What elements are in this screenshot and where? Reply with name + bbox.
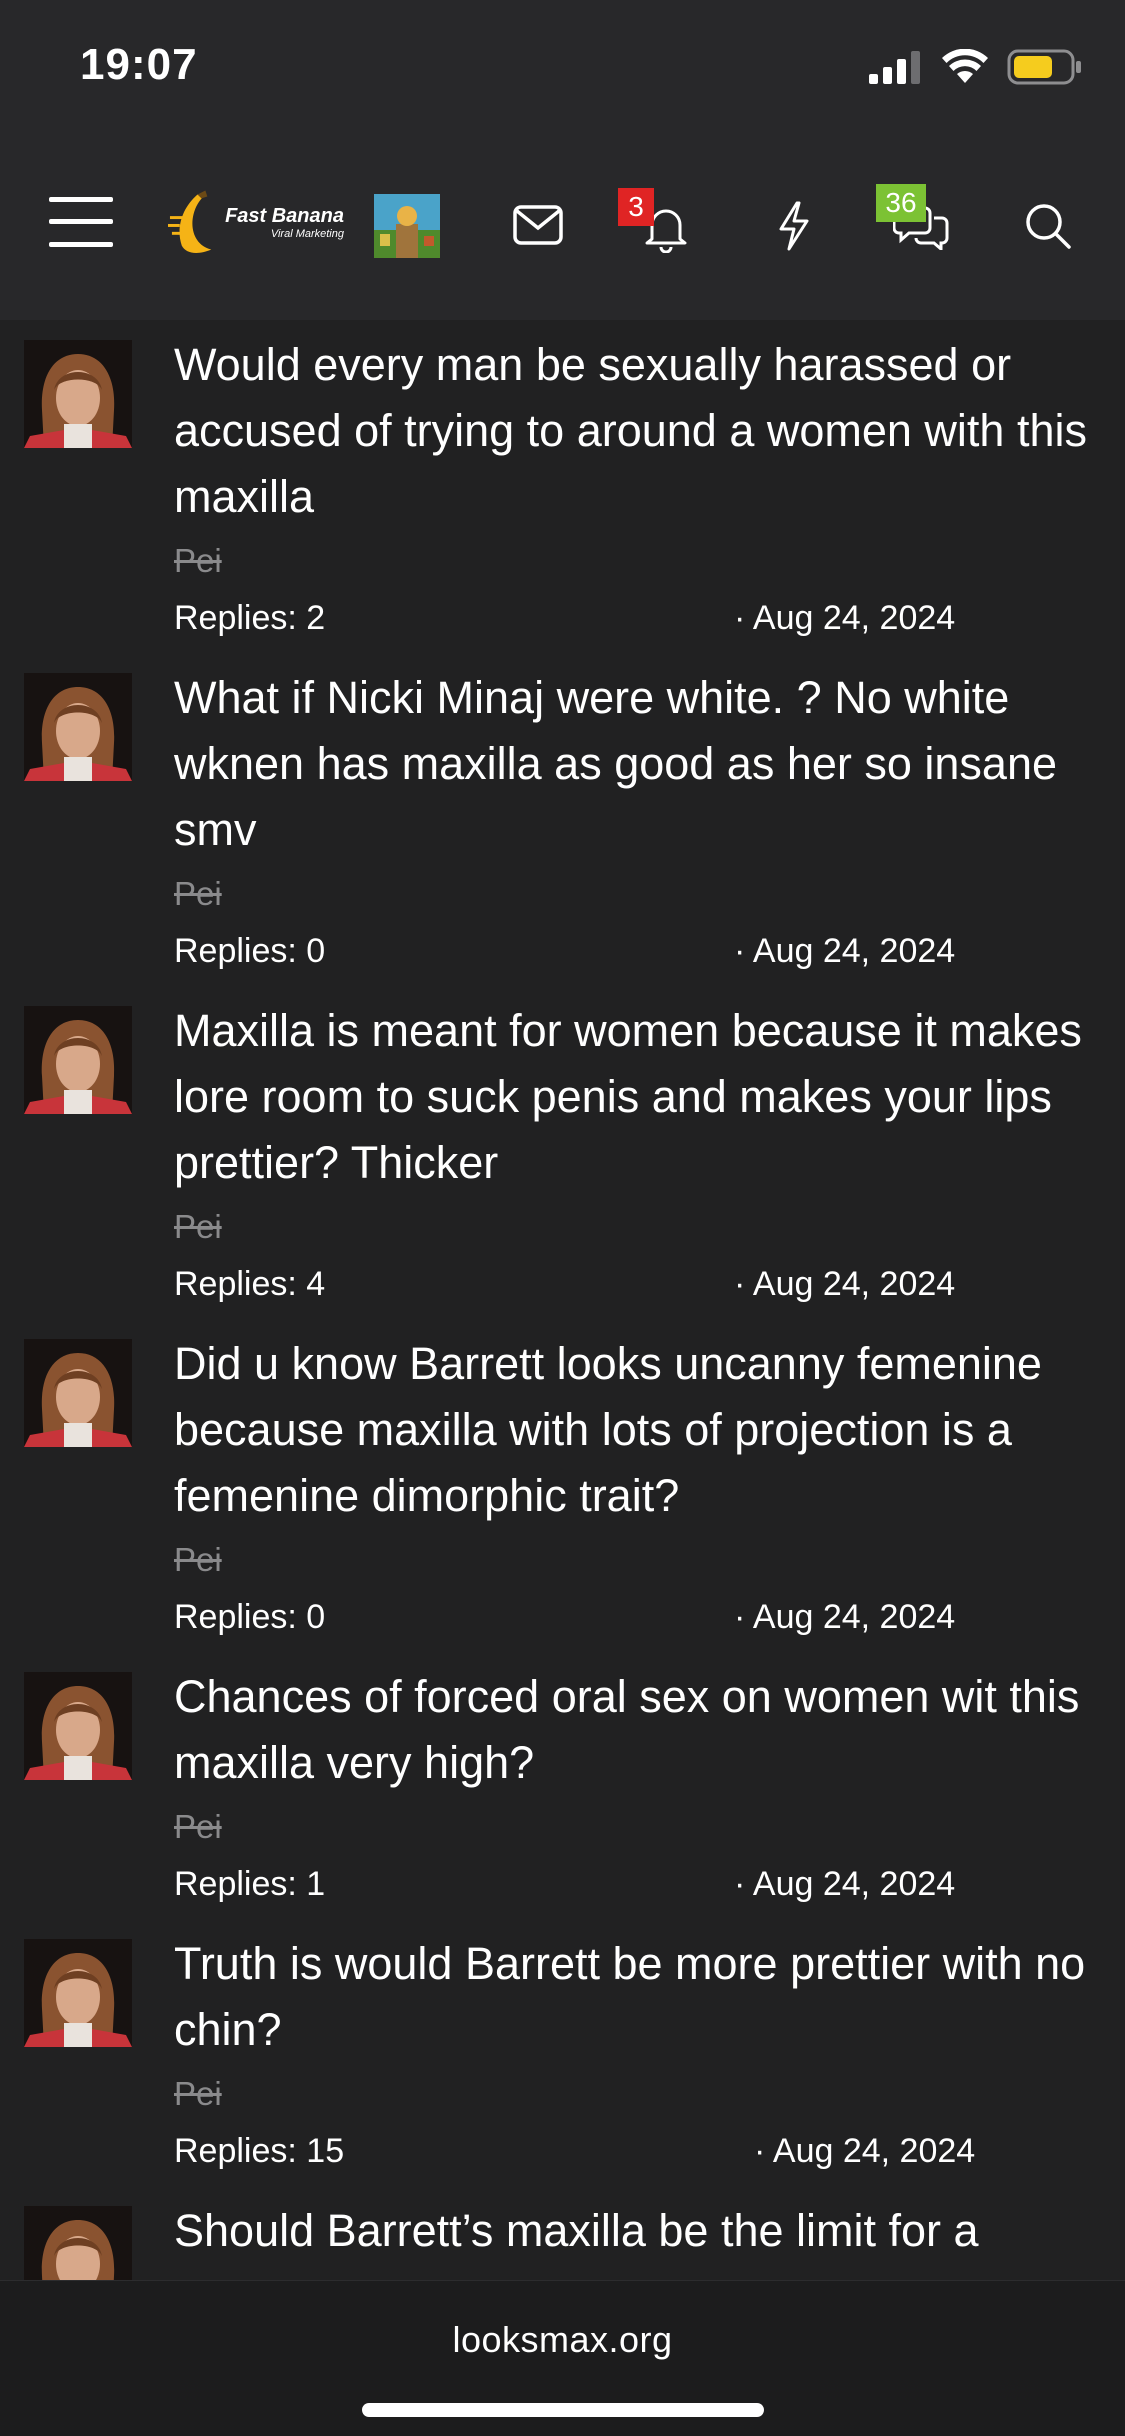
conversations-button[interactable]: 36	[876, 184, 952, 258]
inbox-button[interactable]	[508, 198, 568, 252]
thread-date[interactable]: · Aug 24, 2024	[734, 1598, 955, 1637]
status-icons	[869, 48, 1083, 86]
thread-replies: Replies: 0	[174, 1598, 326, 1636]
cellular-signal-icon	[869, 51, 920, 84]
status-bar: 19:07	[0, 0, 1125, 140]
thread-date[interactable]: · Aug 24, 2024	[734, 599, 955, 638]
battery-icon	[1007, 49, 1081, 85]
menu-button[interactable]	[46, 194, 116, 250]
sponsor-banner-link[interactable]	[374, 194, 440, 258]
thread-title[interactable]: Maxilla is meant for women because it ma…	[174, 998, 1104, 1196]
thread-title[interactable]: Did u know Barrett looks uncanny femenin…	[174, 1331, 1114, 1529]
thread-item[interactable]: Truth is would Barrett be more prettier …	[0, 1931, 1125, 2185]
thread-item[interactable]: Would every man be sexually harassed or …	[0, 332, 1125, 652]
logo-subtext: Viral Marketing	[270, 228, 344, 240]
url-text[interactable]: looksmax.org	[0, 2319, 1125, 2361]
user-avatar-image	[24, 340, 132, 448]
avatar[interactable]	[24, 2206, 132, 2280]
thread-author[interactable]: Pei	[174, 542, 222, 580]
screen: 19:07 Fast Banana Viral Marketing 3 36 W…	[0, 0, 1125, 2436]
thread-title[interactable]: What if Nicki Minaj were white. ? No whi…	[174, 665, 1104, 863]
thread-author[interactable]: Pei	[174, 2075, 222, 2113]
whats-new-button[interactable]	[772, 196, 816, 256]
hamburger-menu-icon	[49, 197, 113, 247]
battery-fill	[1014, 56, 1052, 78]
thread-list: Would every man be sexually harassed or …	[0, 320, 1125, 2280]
logo-text-block: Fast Banana Viral Marketing	[225, 205, 344, 241]
user-avatar-image	[24, 673, 132, 781]
sponsor-logo-link[interactable]: Fast Banana Viral Marketing	[168, 190, 344, 256]
thread-title[interactable]: Truth is would Barrett be more prettier …	[174, 1931, 1104, 2063]
banana-logo-icon	[168, 190, 212, 253]
user-avatar-image	[24, 1339, 132, 1447]
site-header: Fast Banana Viral Marketing 3 36	[0, 140, 1125, 320]
envelope-icon	[513, 205, 563, 245]
thread-replies: Replies: 15	[174, 2132, 345, 2170]
thread-date[interactable]: · Aug 24, 2024	[754, 2132, 975, 2171]
thread-author[interactable]: Pei	[174, 1808, 222, 1846]
thread-item[interactable]: Maxilla is meant for women because it ma…	[0, 998, 1125, 1318]
thread-author[interactable]: Pei	[174, 1541, 222, 1579]
thread-item[interactable]: Chances of forced oral sex on women wit …	[0, 1664, 1125, 1918]
thread-title[interactable]: Chances of forced oral sex on women wit …	[174, 1664, 1104, 1796]
avatar[interactable]	[24, 1939, 132, 2047]
avatar[interactable]	[24, 1006, 132, 1114]
avatar[interactable]	[24, 673, 132, 781]
avatar[interactable]	[24, 340, 132, 448]
lightning-bolt-icon	[779, 201, 809, 251]
thread-replies: Replies: 0	[174, 932, 326, 970]
thread-item[interactable]: What if Nicki Minaj were white. ? No whi…	[0, 665, 1125, 985]
thread-author[interactable]: Pei	[174, 875, 222, 913]
avatar[interactable]	[24, 1672, 132, 1780]
user-avatar-image	[24, 1006, 132, 1114]
conversations-count-badge: 36	[876, 184, 926, 222]
alerts-button[interactable]: 3	[618, 188, 696, 260]
home-indicator[interactable]	[362, 2403, 764, 2417]
user-avatar-image	[24, 2206, 132, 2280]
thread-item[interactable]: Should Barrett’s maxilla be the limit fo…	[0, 2198, 1125, 2280]
thread-author[interactable]: Pei	[174, 1208, 222, 1246]
thread-replies: Replies: 1	[174, 1865, 326, 1903]
thread-title[interactable]: Would every man be sexually harassed or …	[174, 332, 1104, 530]
thread-replies: Replies: 4	[174, 1265, 326, 1303]
browser-address-bar[interactable]: looksmax.org	[0, 2280, 1125, 2436]
user-avatar-image	[24, 1672, 132, 1780]
thread-date[interactable]: · Aug 24, 2024	[734, 1865, 955, 1904]
thread-title[interactable]: Should Barrett’s maxilla be the limit fo…	[174, 2198, 1104, 2264]
thread-date[interactable]: · Aug 24, 2024	[734, 932, 955, 971]
thread-item[interactable]: Did u know Barrett looks uncanny femenin…	[0, 1331, 1125, 1651]
user-avatar-image	[24, 1939, 132, 2047]
logo-text: Fast Banana	[225, 205, 344, 227]
avatar[interactable]	[24, 1339, 132, 1447]
thread-date[interactable]: · Aug 24, 2024	[734, 1265, 955, 1304]
search-icon	[1026, 204, 1071, 249]
alerts-count-badge: 3	[618, 188, 654, 226]
thread-replies: Replies: 2	[174, 599, 326, 637]
status-time: 19:07	[80, 40, 198, 89]
wifi-icon	[942, 49, 988, 83]
search-button[interactable]	[1020, 196, 1076, 256]
game-thumbnail-image	[374, 194, 440, 258]
